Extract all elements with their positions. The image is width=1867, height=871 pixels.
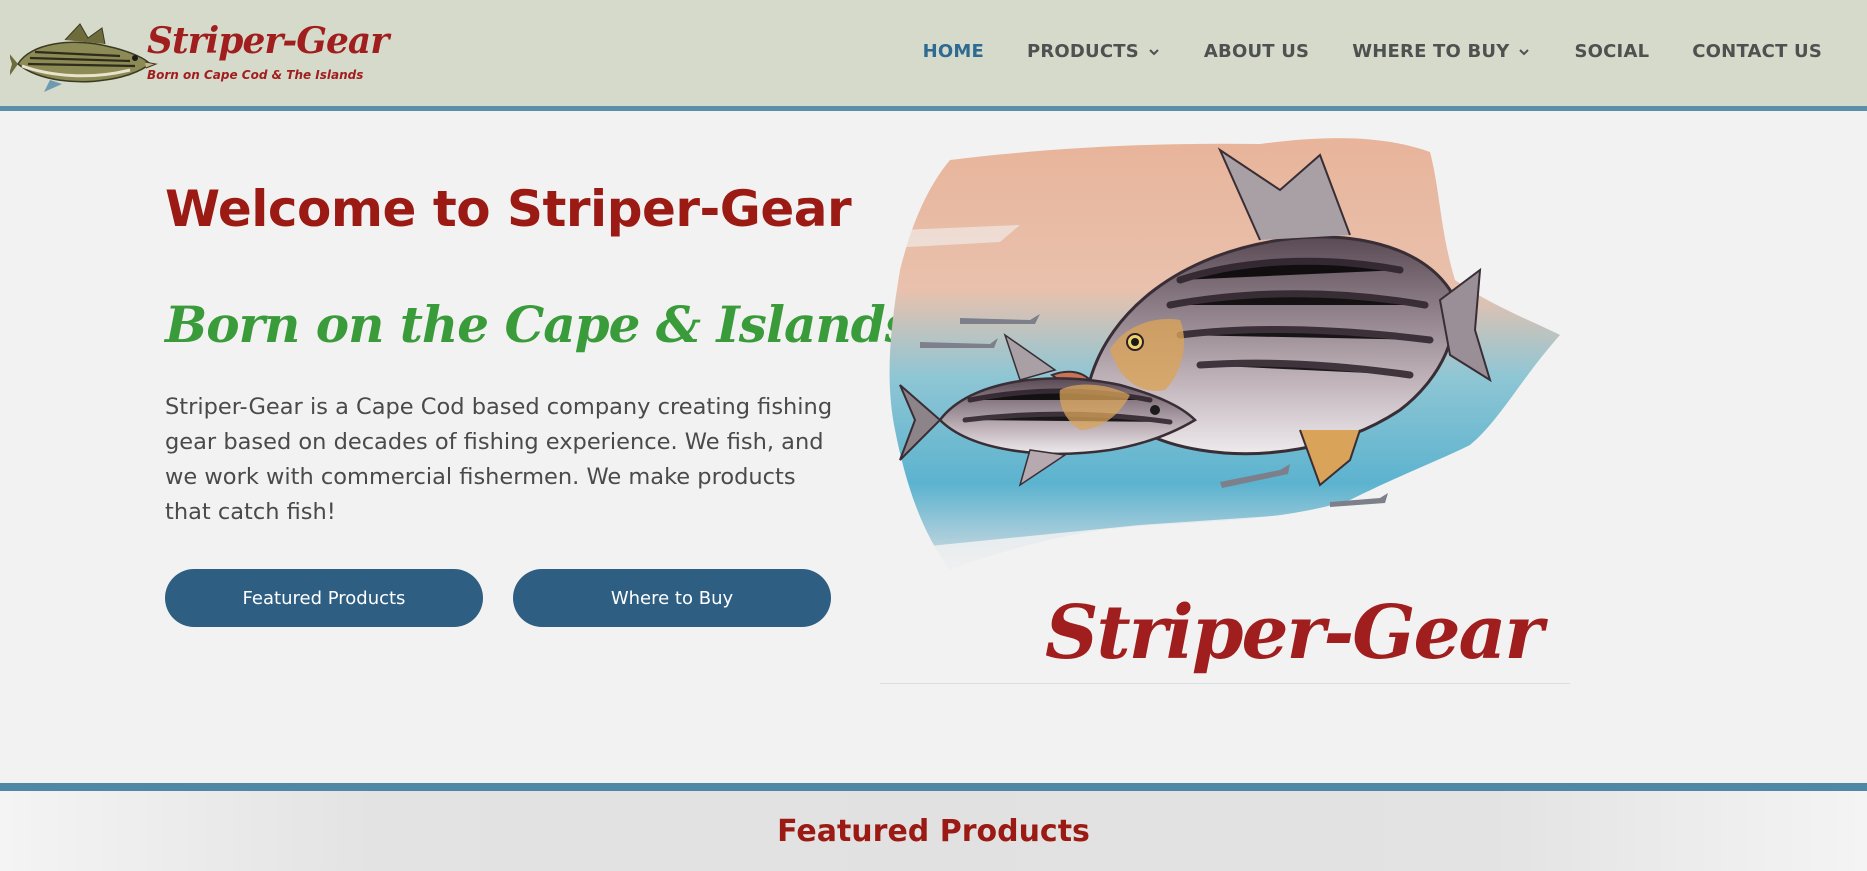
nav-item-home[interactable]: HOME	[923, 41, 984, 62]
nav-item-products-label: PRODUCTS	[1026, 41, 1139, 62]
painting-brand-text: Striper-Gear	[1045, 590, 1543, 676]
chevron-down-icon	[1149, 48, 1159, 55]
nav-item-where-to-buy[interactable]: WHERE TO BUY	[1352, 41, 1531, 62]
hero-image-rule	[880, 683, 1570, 684]
main-nav: HOME PRODUCTS ABOUT US WHERE TO BUY SOCI…	[923, 41, 1822, 62]
section-divider	[0, 783, 1867, 791]
header-divider	[0, 106, 1867, 111]
featured-products-heading: Featured Products	[777, 814, 1090, 849]
nav-item-social[interactable]: SOCIAL	[1574, 41, 1649, 62]
nav-item-home-label: HOME	[922, 41, 984, 62]
featured-products-button[interactable]: Featured Products	[165, 569, 483, 627]
nav-item-social-label: SOCIAL	[1574, 41, 1650, 62]
where-to-buy-button[interactable]: Where to Buy	[513, 569, 831, 627]
nav-item-where-to-buy-label: WHERE TO BUY	[1352, 41, 1510, 62]
hero-description: Striper-Gear is a Cape Cod based company…	[165, 394, 833, 525]
hero-title: Welcome to Striper-Gear	[165, 180, 852, 238]
hero-tagline: Born on the Cape & Islands	[165, 295, 913, 354]
logo-title[interactable]: Striper-Gear	[147, 20, 389, 62]
nav-item-about-us[interactable]: ABOUT US	[1204, 41, 1309, 62]
nav-item-products[interactable]: PRODUCTS	[1027, 41, 1161, 62]
nav-item-contact-us-label: CONTACT US	[1692, 41, 1822, 62]
site-header: Striper-Gear Born on Cape Cod & The Isla…	[0, 0, 1867, 106]
nav-item-contact-us[interactable]: CONTACT US	[1692, 41, 1822, 62]
logo-subtitle: Born on Cape Cod & The Islands	[147, 68, 364, 82]
chevron-down-icon	[1519, 48, 1530, 55]
nav-item-about-us-label: ABOUT US	[1203, 41, 1310, 62]
